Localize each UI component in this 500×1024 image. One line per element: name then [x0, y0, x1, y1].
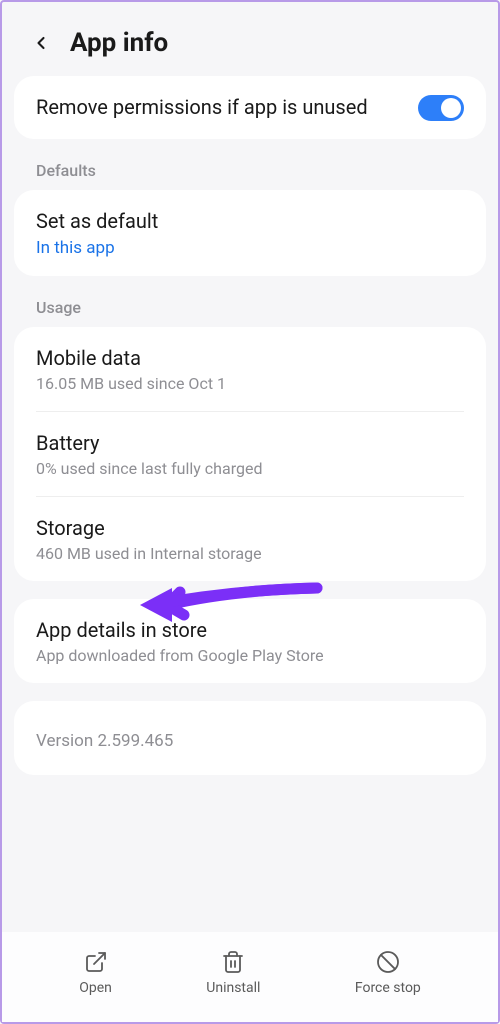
- storage-title: Storage: [36, 515, 464, 542]
- usage-card: Mobile data 16.05 MB used since Oct 1 Ba…: [14, 327, 486, 581]
- toggle-knob: [441, 98, 461, 118]
- remove-permissions-label: Remove permissions if app is unused: [36, 94, 418, 121]
- mobile-data-row[interactable]: Mobile data 16.05 MB used since Oct 1: [14, 327, 486, 411]
- force-stop-label: Force stop: [355, 980, 421, 996]
- open-icon: [84, 950, 108, 974]
- app-details-sub: App downloaded from Google Play Store: [36, 646, 464, 665]
- open-label: Open: [79, 980, 112, 996]
- mobile-data-title: Mobile data: [36, 345, 464, 372]
- storage-sub: 460 MB used in Internal storage: [36, 544, 464, 563]
- open-button[interactable]: Open: [79, 950, 112, 996]
- app-details-row[interactable]: App details in store App downloaded from…: [14, 599, 486, 683]
- permissions-card: Remove permissions if app is unused: [14, 76, 486, 139]
- app-details-title: App details in store: [36, 617, 464, 644]
- set-default-sub: In this app: [36, 238, 464, 258]
- battery-sub: 0% used since last fully charged: [36, 459, 464, 478]
- remove-permissions-row[interactable]: Remove permissions if app is unused: [14, 76, 486, 139]
- trash-icon: [221, 950, 245, 974]
- storage-row[interactable]: Storage 460 MB used in Internal storage: [14, 497, 486, 581]
- force-stop-button[interactable]: Force stop: [355, 950, 421, 996]
- uninstall-button[interactable]: Uninstall: [206, 950, 260, 996]
- version-card: Version 2.599.465: [14, 701, 486, 775]
- bottom-bar: Open Uninstall Force stop: [2, 932, 498, 1022]
- battery-title: Battery: [36, 430, 464, 457]
- defaults-section-label: Defaults: [2, 139, 498, 190]
- set-default-row[interactable]: Set as default In this app: [14, 190, 486, 276]
- uninstall-label: Uninstall: [206, 980, 260, 996]
- page-title: App info: [70, 28, 168, 58]
- header: App info: [2, 2, 498, 76]
- stop-icon: [376, 950, 400, 974]
- version-text: Version 2.599.465: [36, 731, 464, 751]
- remove-permissions-toggle[interactable]: [418, 95, 464, 121]
- defaults-card: Set as default In this app: [14, 190, 486, 276]
- battery-row[interactable]: Battery 0% used since last fully charged: [14, 412, 486, 496]
- mobile-data-sub: 16.05 MB used since Oct 1: [36, 374, 464, 393]
- set-default-title: Set as default: [36, 208, 464, 235]
- back-icon[interactable]: [30, 32, 52, 54]
- app-details-card: App details in store App downloaded from…: [14, 599, 486, 683]
- usage-section-label: Usage: [2, 276, 498, 327]
